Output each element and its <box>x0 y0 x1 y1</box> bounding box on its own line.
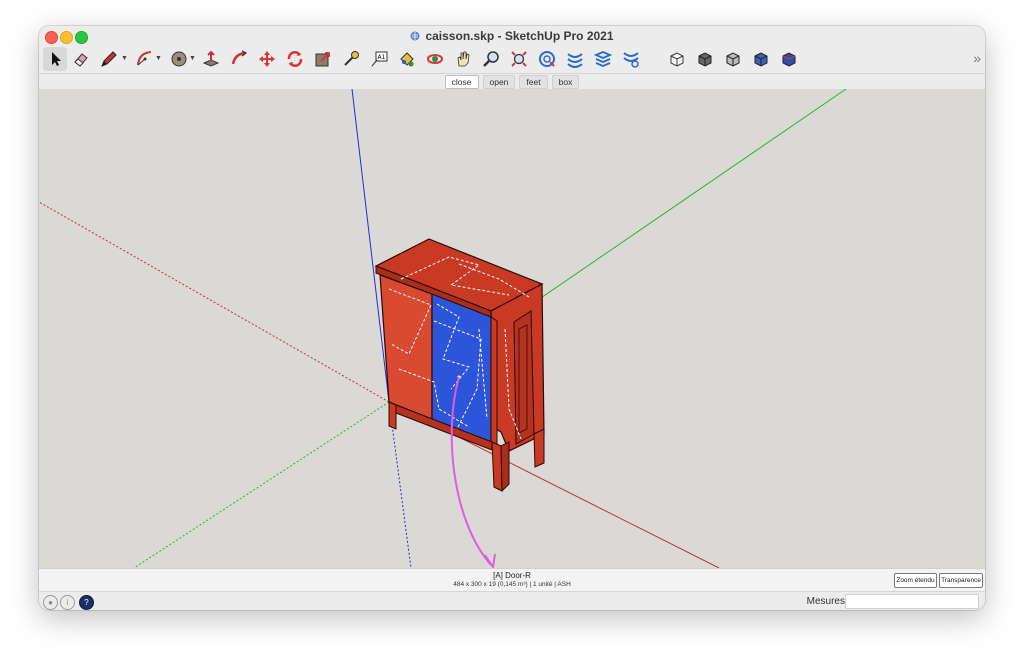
red-axis-negative <box>39 201 390 403</box>
push-pull-tool-button[interactable] <box>199 47 223 71</box>
zoom-icon <box>483 51 499 67</box>
style-3-icon <box>726 52 740 67</box>
pan-tool-button[interactable] <box>451 47 475 71</box>
follow-me-tool-button[interactable] <box>227 47 251 71</box>
scene-tab-close[interactable]: close <box>444 75 479 89</box>
3d-viewport[interactable] <box>39 89 985 568</box>
arc-icon <box>137 51 152 66</box>
title-bar: caisson.skp - SketchUp Pro 2021 <box>39 26 985 46</box>
text-tool-button[interactable]: A1 <box>367 47 391 71</box>
arc-dropdown-caret[interactable]: ▼ <box>155 55 162 62</box>
document-icon <box>410 31 420 41</box>
push-pull-icon <box>202 50 220 67</box>
green-axis-negative <box>133 401 390 568</box>
credits-icon[interactable]: i <box>60 595 75 610</box>
extension-4-icon <box>623 52 639 68</box>
sketchup-window: caisson.skp - SketchUp Pro 2021 ▼ ▼ ▼ A1… <box>39 26 985 610</box>
move-tool-button[interactable] <box>255 47 279 71</box>
circle-dropdown-caret[interactable]: ▼ <box>189 55 196 62</box>
circle-tool-button[interactable] <box>167 47 191 71</box>
extension-2-icon <box>567 53 583 68</box>
extension-1-icon <box>539 51 555 67</box>
style-5-icon <box>782 52 796 67</box>
rotate-icon <box>287 51 303 67</box>
close-window-button[interactable] <box>45 31 58 44</box>
extension-1-button[interactable] <box>535 47 559 71</box>
blue-axis-positive <box>351 89 390 403</box>
maximize-window-button[interactable] <box>75 31 88 44</box>
selection-name: [A] Door-R <box>493 571 531 580</box>
measurements-input[interactable] <box>845 594 979 609</box>
pan-icon <box>457 51 470 67</box>
arc-tool-button[interactable] <box>133 47 157 71</box>
style-4-button[interactable] <box>749 47 773 71</box>
entity-info-bar: [A] Door-R 484 x 300 x 19 (0,145 m³) | 1… <box>39 568 985 591</box>
extension-2-button[interactable] <box>563 47 587 71</box>
cabinet-model[interactable] <box>374 238 545 493</box>
style-3-button[interactable] <box>721 47 745 71</box>
status-bar: ● i ? Mesures <box>39 591 985 610</box>
text-icon: A1 <box>371 51 388 67</box>
circle-icon <box>171 51 187 67</box>
zoom-extents-icon <box>511 51 527 67</box>
extension-3-icon <box>593 51 613 67</box>
toolbar-overflow-button[interactable]: » <box>973 50 981 66</box>
zoom-extents-tool-button[interactable] <box>507 47 531 71</box>
pencil-dropdown-caret[interactable]: ▼ <box>121 55 128 62</box>
move-icon <box>259 51 275 67</box>
pencil-tool-button[interactable] <box>97 47 121 71</box>
selection-details: 484 x 300 x 19 (0,145 m³) | 1 unité | AS… <box>453 581 571 588</box>
eraser-tool-button[interactable] <box>69 47 93 71</box>
paint-bucket-tool-button[interactable] <box>395 47 419 71</box>
style-2-icon <box>698 52 712 67</box>
main-toolbar: ▼ ▼ ▼ A1 » <box>39 46 985 72</box>
style-4-icon <box>754 52 768 67</box>
style-1-icon <box>670 52 684 67</box>
orbit-tool-button[interactable] <box>423 47 447 71</box>
zoom-tool-button[interactable] <box>479 47 503 71</box>
scale-icon <box>315 52 330 67</box>
minimize-window-button[interactable] <box>60 31 73 44</box>
transparency-button[interactable]: Transparence <box>939 573 983 588</box>
follow-me-icon <box>231 50 248 65</box>
style-2-button[interactable] <box>693 47 717 71</box>
style-5-button[interactable] <box>777 47 801 71</box>
style-1-button[interactable] <box>665 47 689 71</box>
scene-tab-box[interactable]: box <box>551 75 580 89</box>
extension-4-button[interactable] <box>619 47 643 71</box>
scene-tab-feet[interactable]: feet <box>519 75 548 89</box>
scale-tool-button[interactable] <box>311 47 335 71</box>
select-icon <box>52 52 61 66</box>
viewport-canvas <box>39 89 847 568</box>
orbit-icon <box>427 54 443 64</box>
pencil-icon <box>101 51 117 67</box>
rotate-tool-button[interactable] <box>283 47 307 71</box>
geolocation-icon[interactable]: ● <box>43 595 58 610</box>
svg-text:A1: A1 <box>378 54 386 61</box>
paint-bucket-icon <box>400 52 414 67</box>
help-icon[interactable]: ? <box>79 595 94 610</box>
scene-tabs: close open feet box <box>39 73 985 90</box>
selection-info: [A] Door-R 484 x 300 x 19 (0,145 m³) | 1… <box>339 571 685 588</box>
measurements-label: Mesures <box>806 596 845 607</box>
extension-3-button[interactable] <box>591 47 615 71</box>
select-tool-button[interactable] <box>43 47 67 71</box>
scene-tab-open[interactable]: open <box>482 75 516 89</box>
window-title: caisson.skp - SketchUp Pro 2021 <box>425 29 614 43</box>
tape-measure-icon <box>344 51 359 66</box>
tape-measure-tool-button[interactable] <box>339 47 363 71</box>
eraser-icon <box>74 53 88 67</box>
zoom-extents-button[interactable]: Zoom étendu <box>894 573 937 588</box>
